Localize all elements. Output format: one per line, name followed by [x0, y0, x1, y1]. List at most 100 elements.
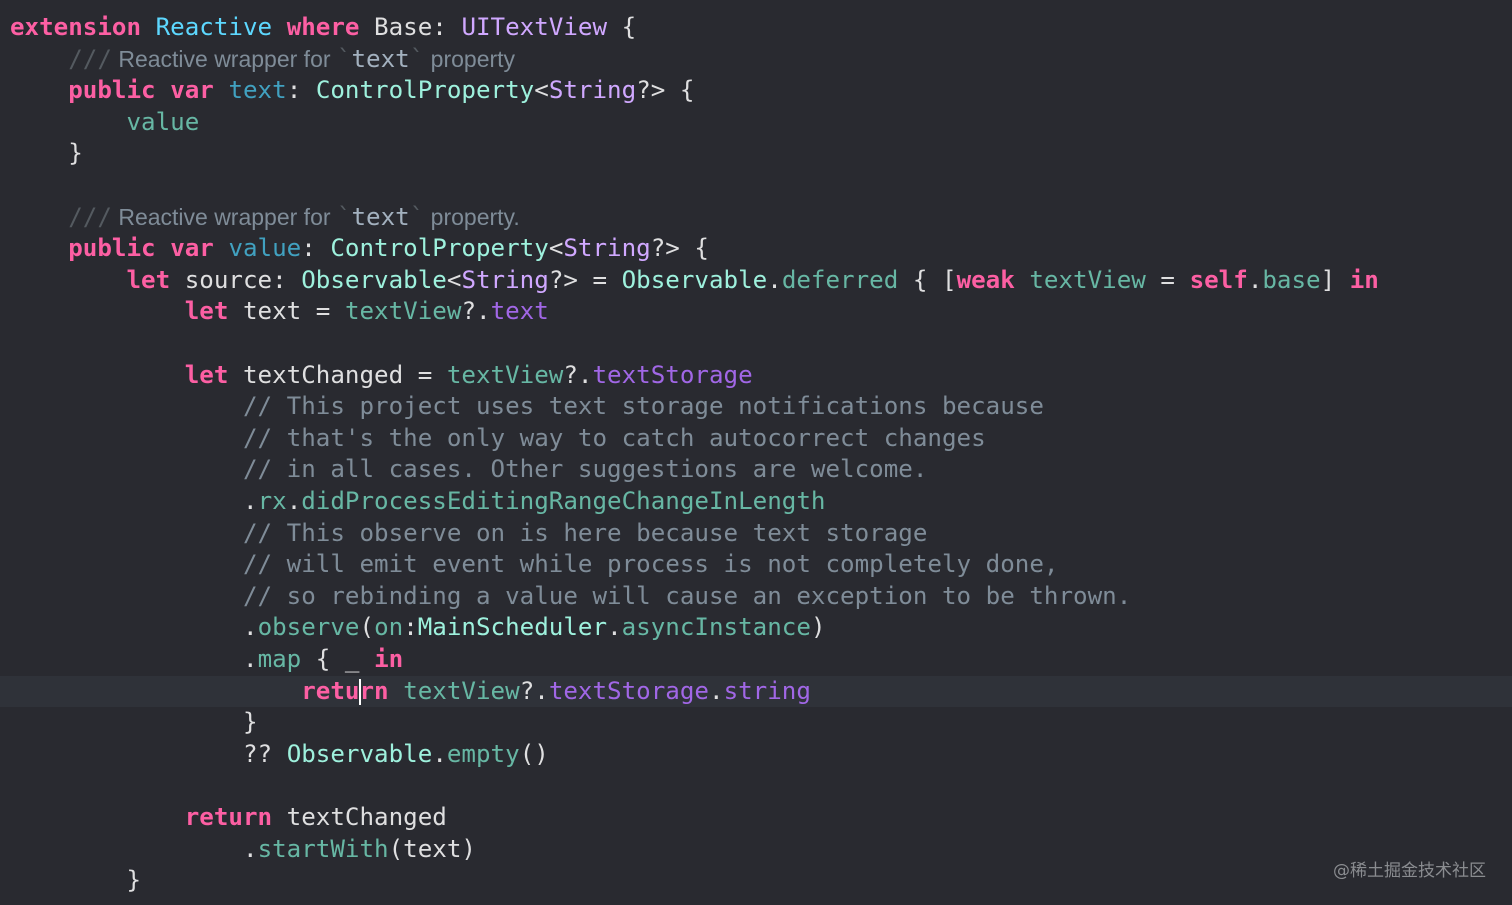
code-line-text: extension Reactive where Base: UITextVie…	[10, 12, 636, 44]
code-line[interactable]: let text = textView?.text	[0, 296, 1512, 328]
code-line[interactable]: .observe(on:MainScheduler.asyncInstance)	[0, 612, 1512, 644]
code-token: textStorage	[548, 676, 709, 705]
code-token: var	[170, 76, 214, 105]
code-token: )	[810, 613, 826, 642]
code-token: deferred	[781, 265, 899, 294]
code-line[interactable]	[0, 170, 1512, 202]
code-line-text: }	[10, 865, 141, 897]
code-token: ///	[68, 202, 112, 231]
code-line[interactable]: /// Reactive wrapper for `text` property…	[0, 202, 1512, 234]
code-line-text: .map { _ in	[10, 644, 403, 676]
code-line[interactable]: // will emit event while process is not …	[0, 549, 1512, 581]
code-token: text =	[228, 297, 345, 326]
code-token: text	[351, 202, 410, 231]
code-token: // This project uses text storage notifi…	[243, 392, 1044, 421]
code-token: UITextView	[461, 13, 608, 41]
code-line-text: let textChanged = textView?.textStorage	[10, 360, 753, 392]
code-token: `	[409, 202, 425, 231]
code-token: textStorage	[592, 360, 753, 389]
code-line[interactable]	[0, 770, 1512, 802]
code-line-text: // This observe on is here because text …	[10, 518, 927, 550]
code-token: on	[374, 613, 404, 642]
code-token: .	[432, 739, 447, 768]
code-token: textView	[403, 676, 520, 705]
code-token: text	[228, 76, 287, 105]
code-line[interactable]: }	[0, 707, 1512, 739]
code-token: `	[336, 202, 352, 231]
code-token: value	[228, 234, 302, 263]
code-line[interactable]: }	[0, 138, 1512, 170]
code-token: {	[607, 13, 637, 41]
code-line-text: return textView?.textStorage.string	[10, 676, 811, 708]
code-line-text: // in all cases. Other suggestions are w…	[10, 454, 927, 486]
code-token: map	[257, 645, 302, 673]
code-token: <	[446, 265, 462, 294]
code-token: ()	[519, 739, 549, 768]
code-token: string	[723, 676, 811, 705]
code-token: // so rebinding a value will cause an ex…	[243, 581, 1132, 610]
code-token: .	[10, 645, 258, 673]
code-line-text: return textChanged	[10, 802, 447, 834]
code-line[interactable]: let source: Observable<String?> = Observ…	[0, 265, 1512, 297]
code-token: .	[607, 613, 622, 642]
code-line[interactable]: // in all cases. Other suggestions are w…	[0, 454, 1512, 486]
code-line[interactable]	[0, 328, 1512, 360]
code-token: :	[403, 613, 418, 642]
code-line[interactable]: let textChanged = textView?.textStorage	[0, 360, 1512, 392]
code-token: asyncInstance	[621, 613, 811, 642]
code-token: MainScheduler	[417, 613, 608, 642]
code-line[interactable]: // that's the only way to catch autocorr…	[0, 423, 1512, 455]
code-line-text: // so rebinding a value will cause an ex…	[10, 581, 1131, 613]
code-line[interactable]: .rx.didProcessEditingRangeChangeInLength	[0, 486, 1512, 518]
code-line-text: /// Reactive wrapper for `text` property…	[10, 202, 520, 234]
code-line[interactable]: return textView?.textStorage.string	[0, 675, 1512, 708]
code-token: textView	[344, 297, 462, 326]
code-token: Observable	[621, 265, 768, 294]
code-line-text: public var text: ControlProperty<String?…	[10, 75, 694, 107]
code-token: retu	[301, 676, 360, 705]
code-line[interactable]: // so rebinding a value will cause an ex…	[0, 581, 1512, 613]
code-token: textChanged =	[228, 360, 447, 389]
code-token: public	[68, 234, 156, 263]
code-token: extension	[10, 13, 142, 41]
code-line[interactable]: value	[0, 107, 1512, 139]
code-token: .	[10, 834, 258, 863]
code-line[interactable]: .map { _ in	[0, 644, 1512, 676]
code-token: text	[351, 44, 410, 73]
code-token: textView	[446, 360, 564, 389]
code-editor[interactable]: extension Reactive where Base: UITextVie…	[0, 0, 1512, 905]
code-token: observe	[257, 613, 360, 642]
code-line-text: /// Reactive wrapper for `text` property	[10, 44, 515, 76]
code-token: ControlProperty	[330, 234, 549, 263]
code-token: <	[534, 76, 549, 105]
code-line[interactable]: extension Reactive where Base: UITextVie…	[0, 12, 1512, 44]
code-token: .	[1247, 265, 1263, 294]
code-line[interactable]: }	[0, 865, 1512, 897]
code-token: }	[10, 866, 142, 895]
code-line[interactable]: ?? Observable.empty()	[0, 739, 1512, 771]
code-line[interactable]: /// Reactive wrapper for `text` property	[0, 44, 1512, 76]
code-token: `	[409, 44, 425, 73]
code-token: ?.	[461, 297, 491, 326]
code-token: Reactive wrapper for	[111, 203, 337, 230]
code-line[interactable]: public var value: ControlProperty<String…	[0, 233, 1512, 265]
code-token: { _	[301, 645, 375, 673]
code-token: { [	[898, 265, 957, 294]
code-line[interactable]: // This observe on is here because text …	[0, 518, 1512, 550]
code-token: .	[709, 676, 724, 705]
code-line[interactable]: public var text: ControlProperty<String?…	[0, 75, 1512, 107]
code-token: text	[490, 297, 549, 326]
code-token: ?.	[519, 676, 549, 705]
code-line[interactable]: return textChanged	[0, 802, 1512, 834]
code-line[interactable]: // This project uses text storage notifi…	[0, 391, 1512, 423]
code-line-text: }	[10, 138, 83, 170]
code-line[interactable]: .startWith(text)	[0, 834, 1512, 866]
